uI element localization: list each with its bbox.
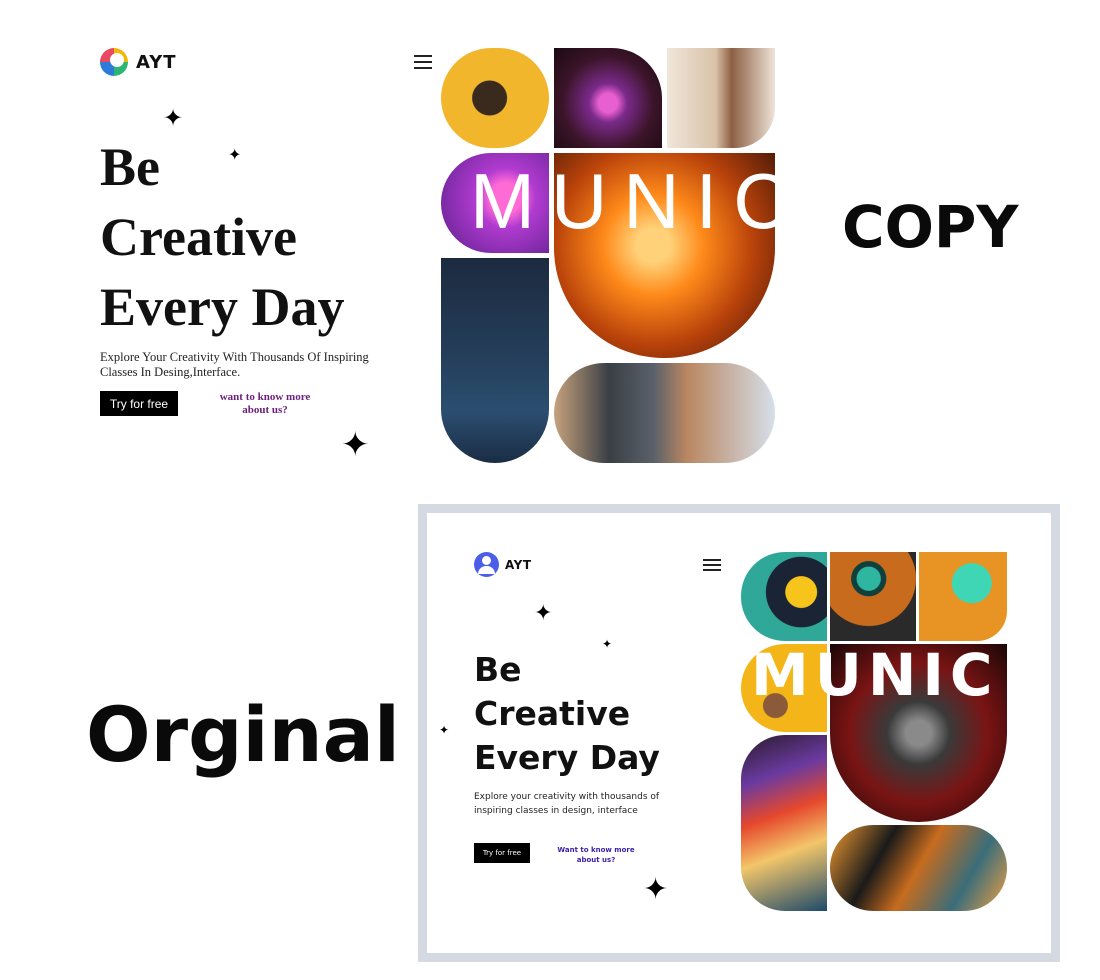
collage-tile	[667, 48, 775, 148]
headline-line: Every Day	[474, 738, 660, 777]
copy-logo-icon	[100, 48, 128, 76]
collage-tile	[919, 552, 1007, 641]
collage-word: MUNIC	[751, 641, 999, 709]
headline-line: Every Day	[100, 277, 345, 337]
sparkle-icon: ✦	[643, 872, 669, 907]
about-us-link[interactable]: Want to know more about us?	[556, 845, 636, 865]
collage-tile	[441, 258, 549, 463]
hamburger-icon[interactable]	[703, 559, 721, 574]
original-headline: Be Creative Every Day	[474, 648, 704, 780]
original-logo-text: AYT	[505, 557, 532, 572]
copy-subtext: Explore Your Creativity With Thousands O…	[100, 350, 369, 379]
copy-headline: Be Creative Every Day	[100, 132, 400, 342]
about-us-link[interactable]: want to know more about us?	[213, 391, 317, 417]
collage-tile	[741, 735, 827, 911]
copy-label: COPY	[842, 193, 1019, 261]
original-logo-icon	[474, 552, 499, 577]
sparkle-icon: ✦	[534, 601, 553, 626]
copy-logo[interactable]: AYT	[100, 48, 177, 76]
hamburger-icon[interactable]	[414, 55, 432, 73]
collage-tile	[830, 825, 1007, 911]
try-for-free-button[interactable]: Try for free	[474, 843, 530, 863]
headline-line: Creative	[474, 694, 631, 733]
sparkle-icon: ✦	[439, 723, 450, 737]
collage-tile	[441, 48, 549, 148]
collage-tile	[741, 552, 827, 641]
headline-line: Creative	[100, 207, 297, 267]
original-logo[interactable]: AYT	[474, 552, 532, 577]
sparkle-icon: ✦	[163, 104, 184, 132]
collage-tile	[830, 552, 916, 641]
original-label: Orginal	[86, 690, 400, 779]
headline-line: Be	[474, 650, 522, 689]
copy-logo-text: AYT	[136, 51, 177, 73]
collage-word: MUNIC	[470, 157, 806, 245]
collage-tile	[554, 48, 662, 148]
collage-tile	[554, 363, 775, 463]
sparkle-icon: ✦	[341, 425, 370, 465]
headline-line: Be	[100, 137, 160, 197]
try-for-free-button[interactable]: Try for free	[100, 391, 178, 416]
original-subtext: Explore your creativity with thousands o…	[474, 792, 660, 816]
copy-panel: AYT ✦ ✦ ✦ Be Creative Every Day Explore …	[0, 0, 800, 480]
